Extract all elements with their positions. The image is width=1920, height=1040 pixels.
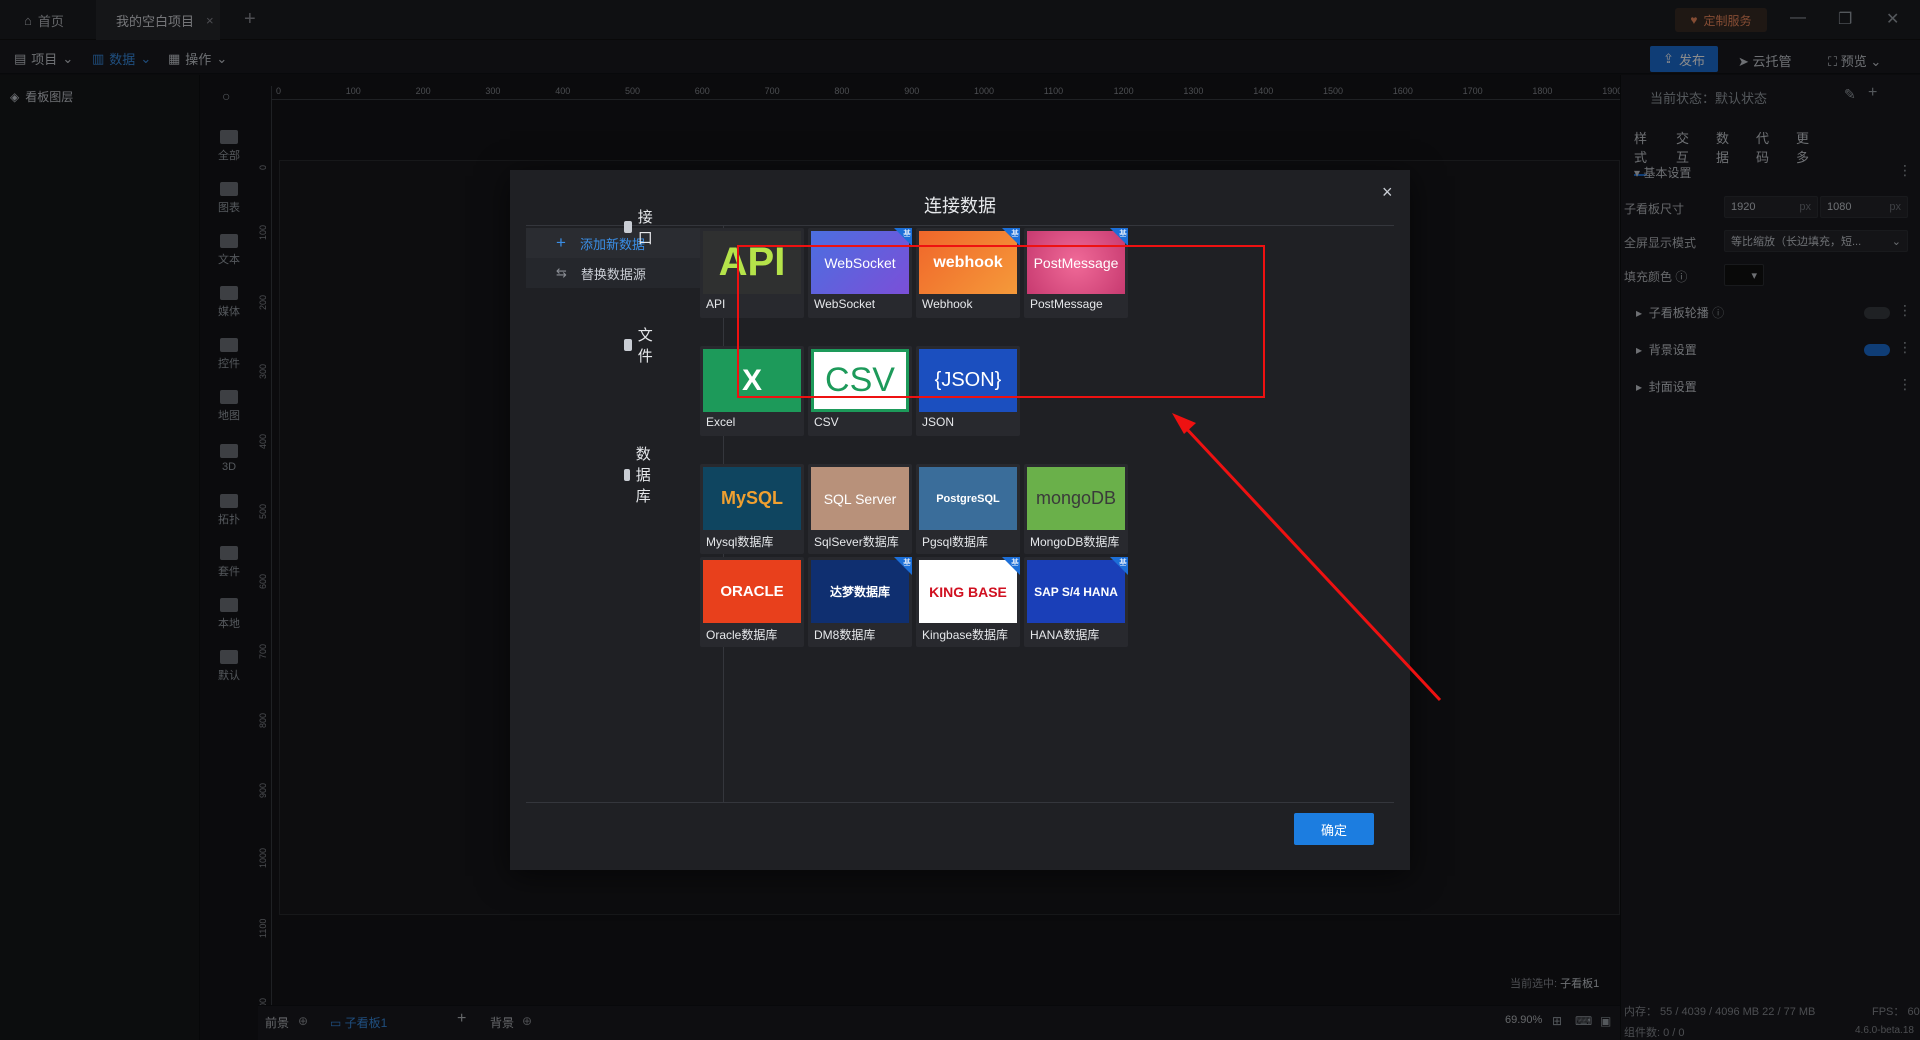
- annotation-arrow: [1172, 413, 1442, 702]
